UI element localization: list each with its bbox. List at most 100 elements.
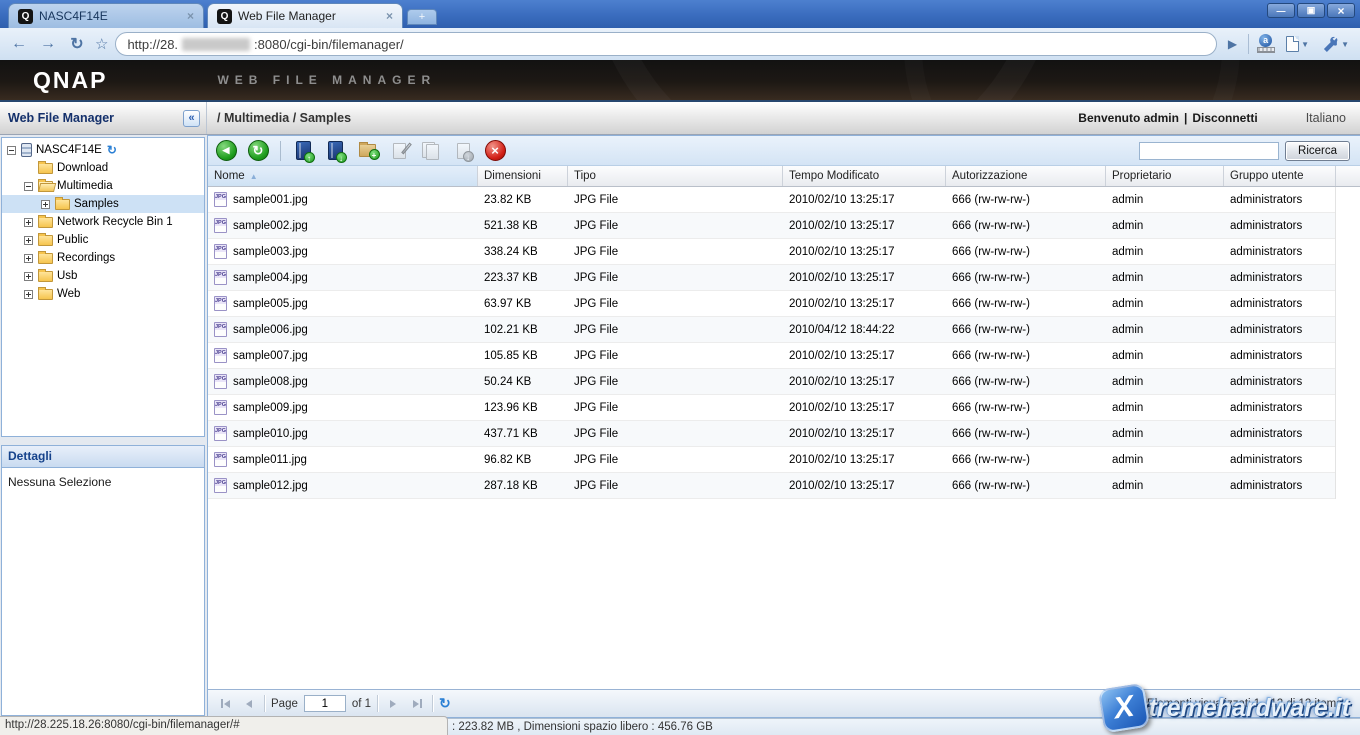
table-row[interactable]: JPGsample012.jpg287.18 KBJPG File2010/02… — [208, 473, 1335, 499]
table-row[interactable]: JPGsample004.jpg223.37 KBJPG File2010/02… — [208, 265, 1335, 291]
cell-text: 2010/02/10 13:25:17 — [789, 246, 895, 258]
new-tab-button[interactable]: + — [407, 9, 437, 25]
last-page-icon[interactable] — [408, 695, 426, 713]
column-header-type[interactable]: Tipo — [568, 166, 783, 186]
expand-plus-icon[interactable] — [41, 200, 50, 209]
table-row[interactable]: JPGsample002.jpg521.38 KBJPG File 2010/02… — [208, 213, 1335, 239]
tree-item-label: Samples — [74, 198, 119, 210]
reload-icon[interactable]: ↻ — [66, 34, 88, 54]
search-button[interactable]: Ricerca — [1285, 141, 1350, 161]
table-row[interactable]: JPGsample011.jpg96.82 KBJPG File2010/02/… — [208, 447, 1335, 473]
column-header-label: Tempo Modificato — [789, 170, 879, 182]
cell-text: sample006.jpg — [233, 324, 308, 336]
cell-text: admin — [1112, 376, 1143, 388]
column-header-owner[interactable]: Proprietario — [1106, 166, 1224, 186]
copy-icon — [419, 139, 443, 163]
table-row[interactable]: JPGsample001.jpg23.82 KBJPG File2010/02/… — [208, 187, 1335, 213]
cell-text: 666 (rw-rw-rw-) — [952, 246, 1030, 258]
collapse-sidebar-icon[interactable]: « — [183, 110, 200, 127]
logout-link[interactable]: Disconnetti — [1192, 111, 1257, 125]
content-header: / Multimedia / Samples Benvenuto admin |… — [207, 102, 1360, 134]
column-header-permission[interactable]: Autorizzazione — [946, 166, 1106, 186]
go-icon[interactable]: ▶ — [1224, 37, 1241, 51]
watermark: X xtremehardware.it — [1101, 686, 1350, 730]
tools-menu-button[interactable]: ▼ — [1319, 36, 1352, 53]
cell-modified: 2010/04/12 18:44:22 — [783, 324, 946, 336]
tree-item-samples[interactable]: Samples — [2, 195, 204, 213]
page-menu-button[interactable]: ▼ — [1283, 36, 1312, 52]
tree-item-usb[interactable]: Usb — [2, 267, 204, 285]
tree-item-recordings[interactable]: Recordings — [2, 249, 204, 267]
refresh-grid-icon[interactable]: ↻ — [439, 695, 451, 712]
cell-size: 287.18 KB — [478, 480, 568, 492]
cell-group: administrators — [1224, 402, 1336, 414]
language-selector[interactable]: Italiano — [1306, 111, 1346, 125]
collapse-minus-icon[interactable] — [24, 182, 33, 191]
expand-plus-icon[interactable] — [24, 218, 33, 227]
cell-type: JPG File — [568, 220, 783, 232]
next-page-icon[interactable] — [384, 695, 402, 713]
cell-text: 2010/02/10 13:25:17 — [789, 220, 895, 232]
minimize-button[interactable]: — — [1267, 3, 1295, 18]
tab-web-file-manager[interactable]: Q Web File Manager × — [207, 3, 403, 28]
cell-name: JPGsample002.jpg — [208, 218, 478, 233]
collapse-minus-icon[interactable] — [7, 146, 16, 155]
table-row[interactable]: JPGsample007.jpg105.85 KBJPG File2010/02… — [208, 343, 1335, 369]
column-header-size[interactable]: Dimensioni — [478, 166, 568, 186]
file-manager-panel: ◀↻↑↓+↓× Ricerca Nome▲DimensioniTipoTempo… — [207, 135, 1360, 718]
cell-group: administrators — [1224, 454, 1336, 466]
tab-close-icon[interactable]: × — [187, 9, 194, 23]
tree-item-multimedia[interactable]: Multimedia — [2, 177, 204, 195]
restore-button[interactable]: ▣ — [1297, 3, 1325, 18]
table-row[interactable]: JPGsample008.jpg50.24 KBJPG File2010/02/… — [208, 369, 1335, 395]
close-button[interactable]: × — [1327, 3, 1355, 18]
expand-plus-icon[interactable] — [24, 236, 33, 245]
tree-item-download[interactable]: Download — [2, 159, 204, 177]
tree-item-public[interactable]: Public — [2, 231, 204, 249]
table-row[interactable]: JPGsample009.jpg123.96 KBJPG File2010/02… — [208, 395, 1335, 421]
search-input[interactable] — [1139, 142, 1279, 160]
page-number-input[interactable] — [304, 695, 346, 712]
bookmark-star-icon[interactable]: ☆ — [95, 35, 108, 53]
column-header-label: Tipo — [574, 170, 596, 182]
tree-item-nasc4f14e[interactable]: NASC4F14E↻ — [2, 141, 204, 159]
column-header-name[interactable]: Nome▲ — [208, 166, 478, 186]
address-bar[interactable]: http://28. :8080/cgi-bin/filemanager/ — [115, 32, 1216, 56]
column-header-label: Dimensioni — [484, 170, 541, 182]
first-page-icon[interactable] — [216, 695, 234, 713]
expand-plus-icon[interactable] — [24, 272, 33, 281]
expand-plus-icon[interactable] — [24, 254, 33, 263]
table-row[interactable]: JPGsample005.jpg63.97 KBJPG File2010/02/… — [208, 291, 1335, 317]
download-icon[interactable]: ↓ — [323, 139, 347, 163]
refresh-icon[interactable]: ↻ — [246, 139, 270, 163]
tree-refresh-icon[interactable]: ↻ — [107, 143, 117, 157]
new-folder-icon[interactable]: + — [355, 139, 379, 163]
previous-page-icon[interactable] — [240, 695, 258, 713]
cell-size: 521.38 KB — [478, 220, 568, 232]
tab-nas-home[interactable]: Q NASC4F14E × — [8, 3, 204, 28]
cell-text: JPG File — [574, 272, 618, 284]
tab-close-icon[interactable]: × — [386, 9, 393, 23]
back-icon[interactable]: ◀ — [214, 139, 238, 163]
forward-nav-icon[interactable]: → — [37, 35, 59, 53]
tree-item-network-recycle-bin-1[interactable]: Network Recycle Bin 1 — [2, 213, 204, 231]
tree-item-web[interactable]: Web — [2, 285, 204, 303]
cell-size: 223.37 KB — [478, 272, 568, 284]
table-row[interactable]: JPGsample006.jpg102.21 KBJPG File2010/04… — [208, 317, 1335, 343]
cell-text: admin — [1112, 298, 1143, 310]
cell-group: administrators — [1224, 194, 1336, 206]
table-row[interactable]: JPGsample003.jpg338.24 KBJPG File2010/02… — [208, 239, 1335, 265]
column-header-modified[interactable]: Tempo Modificato — [783, 166, 946, 186]
cell-text: 102.21 KB — [484, 324, 538, 336]
cell-modified: 2010/02/10 13:25:17 — [783, 376, 946, 388]
back-nav-icon[interactable]: ← — [8, 35, 30, 53]
upload-icon[interactable]: ↑ — [291, 139, 315, 163]
extension-icon[interactable]: a — [1256, 34, 1276, 54]
delete-icon[interactable]: × — [483, 139, 507, 163]
cell-text: 666 (rw-rw-rw-) — [952, 272, 1030, 284]
expand-plus-icon[interactable] — [24, 290, 33, 299]
table-row[interactable]: JPGsample010.jpg437.71 KBJPG File2010/02… — [208, 421, 1335, 447]
cell-text: 2010/02/10 13:25:17 — [789, 428, 895, 440]
cell-text: 666 (rw-rw-rw-) — [952, 428, 1030, 440]
column-header-group[interactable]: Gruppo utente — [1224, 166, 1336, 186]
